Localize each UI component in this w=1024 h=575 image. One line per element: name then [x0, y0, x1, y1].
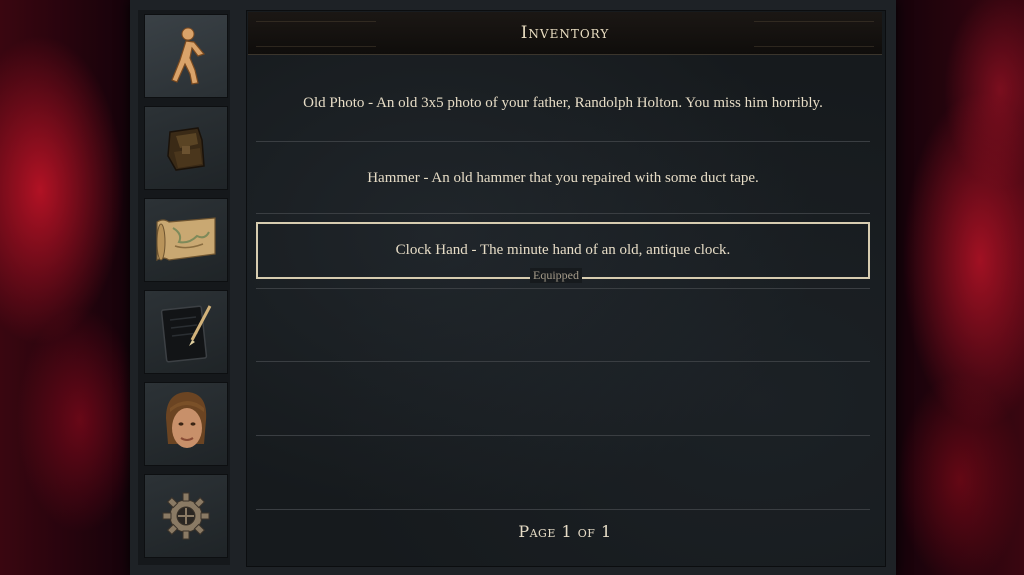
page-indicator: Page 1 of 1 — [518, 522, 612, 541]
tab-settings[interactable] — [144, 474, 228, 558]
portrait-icon — [166, 392, 207, 448]
tab-walk[interactable] — [144, 14, 228, 98]
inventory-item-hammer[interactable]: Hammer - An old hammer that you repaired… — [256, 166, 870, 190]
notebook-pen-icon — [160, 305, 212, 363]
tab-map[interactable] — [144, 198, 228, 282]
header-ornament-left — [256, 21, 376, 47]
tab-journal[interactable] — [144, 290, 228, 374]
bag-icon — [167, 127, 205, 171]
divider — [256, 288, 870, 289]
tab-character[interactable] — [144, 382, 228, 466]
header-ornament-right — [754, 21, 874, 47]
divider — [256, 509, 870, 510]
inventory-item-old-photo[interactable]: Old Photo - An old 3x5 photo of your fat… — [256, 80, 870, 126]
inventory-item-clock-hand[interactable]: Clock Hand - The minute hand of an old, … — [256, 238, 870, 262]
gear-icon — [162, 492, 210, 540]
divider — [256, 435, 870, 436]
map-scroll-icon — [156, 217, 216, 262]
divider — [256, 361, 870, 362]
divider — [256, 213, 870, 214]
equipped-label: Equipped — [530, 268, 582, 283]
page-title: Inventory — [520, 23, 610, 43]
panel-header: Inventory — [248, 12, 882, 55]
divider — [256, 141, 870, 142]
walking-figure-icon — [171, 27, 206, 85]
tab-inventory[interactable] — [144, 106, 228, 190]
